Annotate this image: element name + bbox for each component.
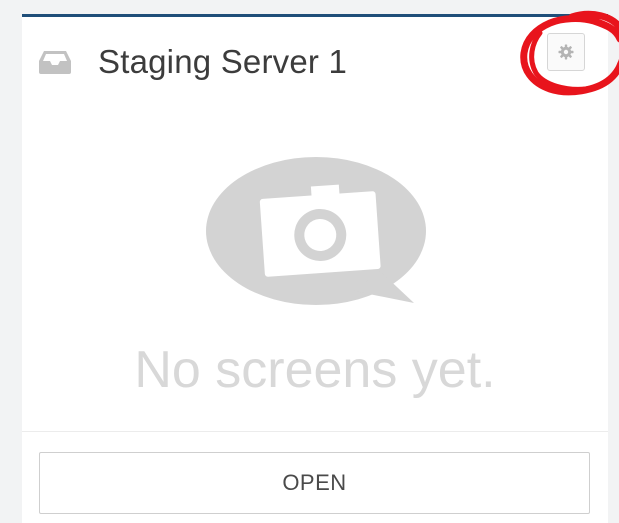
open-button[interactable]: OPEN bbox=[39, 452, 590, 514]
card-footer: OPEN bbox=[22, 431, 608, 523]
server-card: Staging Server 1 No screens yet. OPEN bbox=[22, 10, 619, 523]
empty-state: No screens yet. bbox=[22, 147, 608, 417]
card-title: Staging Server 1 bbox=[98, 43, 348, 80]
camera-speech-bubble-icon bbox=[206, 157, 426, 305]
card-header: Staging Server 1 bbox=[22, 17, 608, 107]
inbox-tray-icon bbox=[39, 51, 71, 74]
empty-message: No screens yet. bbox=[134, 341, 496, 399]
gear-icon bbox=[558, 44, 574, 60]
settings-button[interactable] bbox=[547, 33, 585, 71]
